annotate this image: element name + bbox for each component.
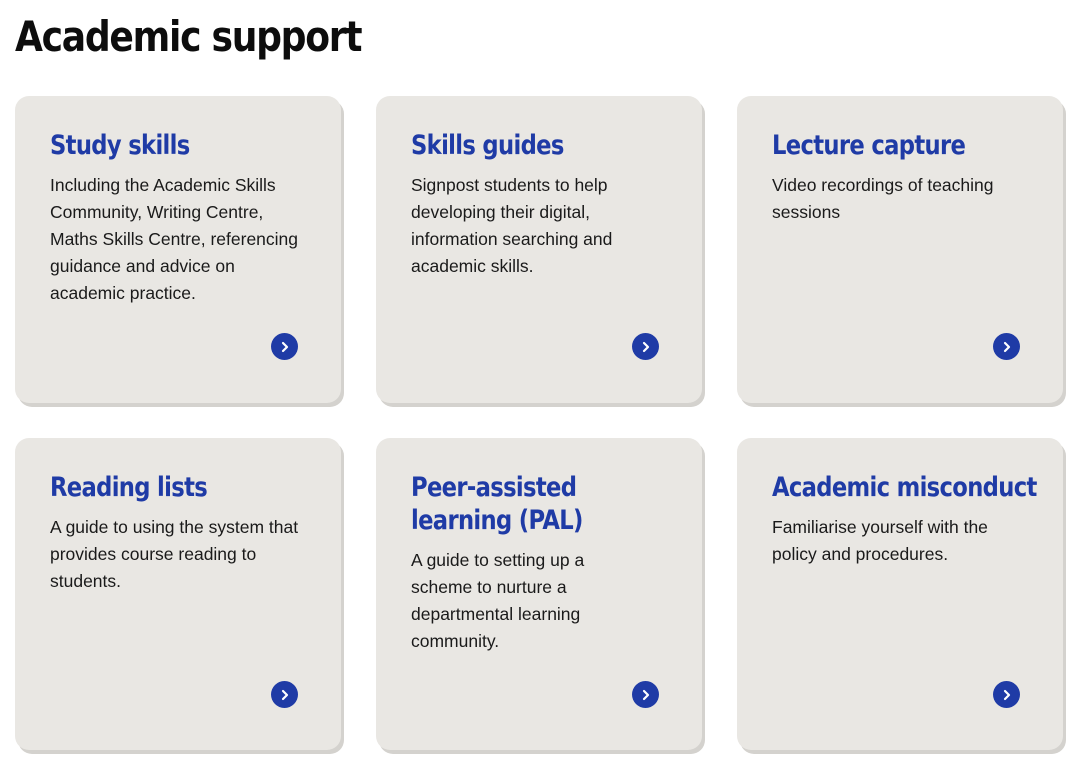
chevron-right-circle-icon[interactable] [993, 333, 1020, 360]
chevron-right-circle-icon[interactable] [632, 333, 659, 360]
card-skills-guides[interactable]: Skills guides Signpost students to help … [376, 96, 702, 403]
card-title[interactable]: Skills guides [411, 129, 688, 162]
chevron-right-circle-icon[interactable] [632, 681, 659, 708]
card-description: A guide to setting up a scheme to nurtur… [411, 550, 585, 651]
card-description: Including the Academic Skills Community,… [50, 175, 299, 303]
chevron-right-circle-icon[interactable] [271, 333, 298, 360]
card-description: A guide to using the system that provide… [50, 517, 299, 591]
chevron-right-circle-icon[interactable] [993, 681, 1020, 708]
card-title[interactable]: Peer-assisted learning (PAL) [411, 471, 663, 537]
chevron-right-circle-icon[interactable] [271, 681, 298, 708]
card-title[interactable]: Reading lists [50, 471, 327, 504]
card-description: Signpost students to help developing the… [411, 175, 613, 276]
card-title[interactable]: Academic misconduct [772, 471, 1058, 504]
card-academic-misconduct[interactable]: Academic misconduct Familiarise yourself… [737, 438, 1063, 750]
card-peer-assisted-learning[interactable]: Peer-assisted learning (PAL) A guide to … [376, 438, 702, 750]
card-description: Familiarise yourself with the policy and… [772, 517, 988, 564]
card-title[interactable]: Study skills [50, 129, 327, 162]
card-lecture-capture[interactable]: Lecture capture Video recordings of teac… [737, 96, 1063, 403]
card-study-skills[interactable]: Study skills Including the Academic Skil… [15, 96, 341, 403]
card-reading-lists[interactable]: Reading lists A guide to using the syste… [15, 438, 341, 750]
card-title[interactable]: Lecture capture [772, 129, 1049, 162]
page-title: Academic support [15, 12, 363, 61]
card-description: Video recordings of teaching sessions [772, 175, 994, 222]
